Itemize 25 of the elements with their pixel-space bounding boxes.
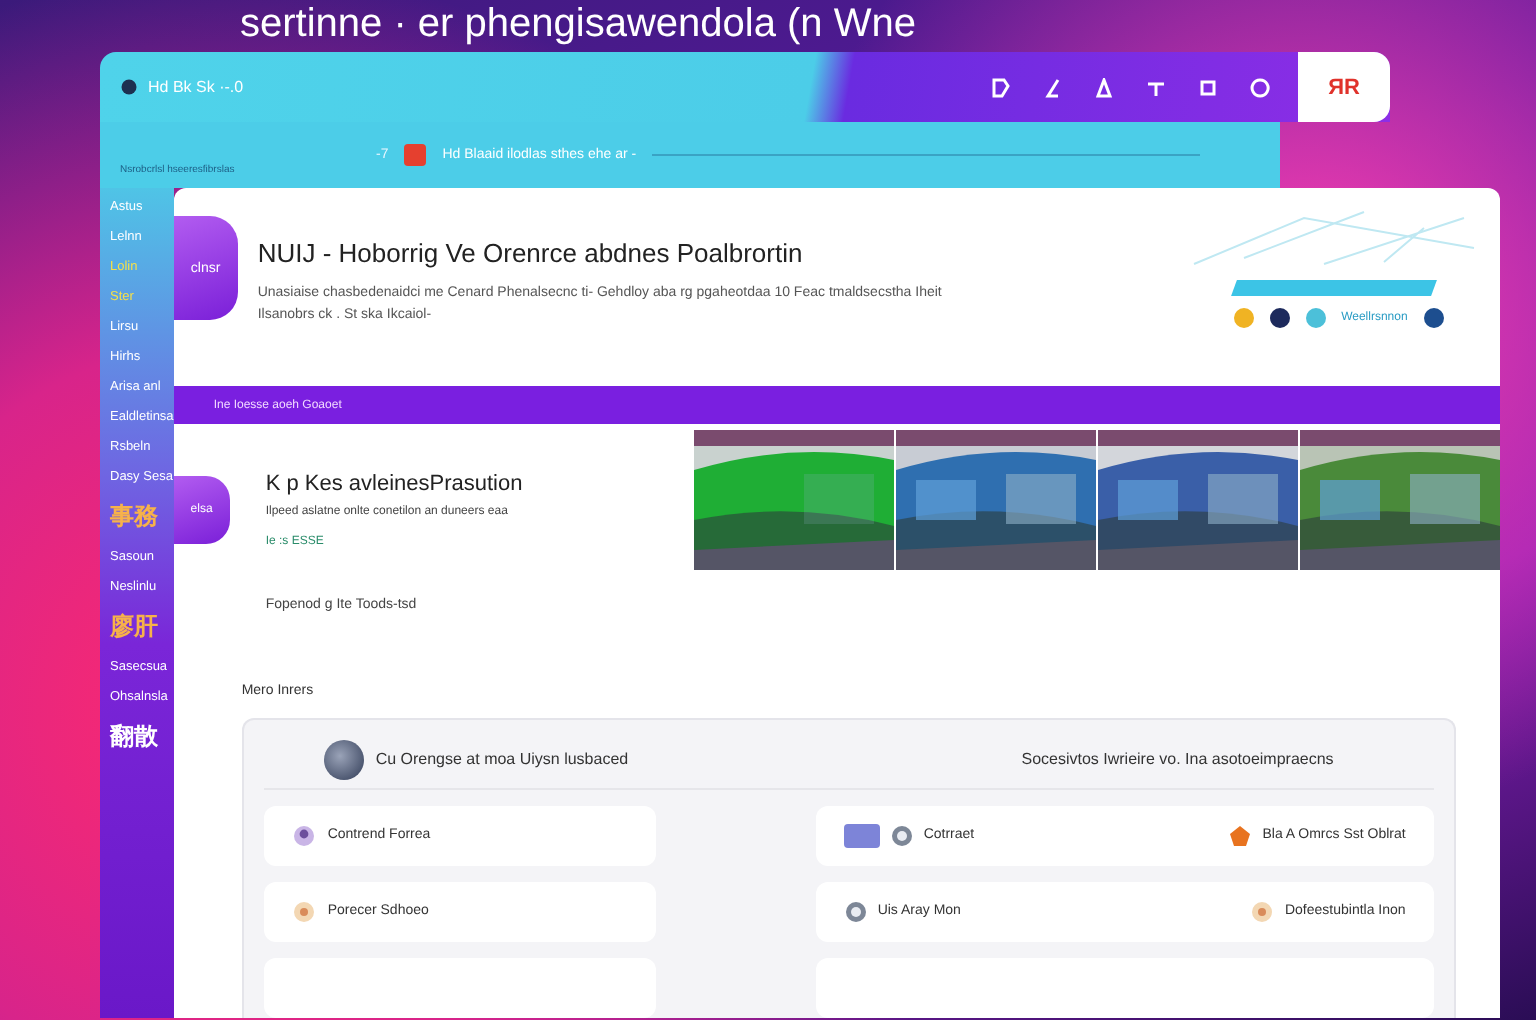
app-title: Hd Bk Sk ·-.0 [148,78,244,96]
avatar-icon [291,899,316,924]
app-icon [120,78,138,96]
avatar-icon [843,899,868,924]
video-icon [843,823,880,848]
sidebar-item[interactable]: 事務 [100,500,174,534]
toolbar-icon[interactable] [1250,77,1270,97]
headline: sertinne · er phengisawendola (n Wne [238,0,918,50]
feature-title: K p Kes avleinesPrasution [265,472,523,497]
panel-heading: Cu Orengse at moa Uiysn lusbaced [375,750,629,769]
avatar-icon [889,823,914,848]
toolbar-icon[interactable] [990,77,1010,97]
toolbar-icon[interactable] [1198,77,1218,97]
shape-icon [1228,823,1253,848]
sidebar-item[interactable]: 翻散 [100,720,174,754]
avatar [323,739,364,780]
toolbar-icon[interactable] [1042,77,1062,97]
toolbar-icon[interactable] [1094,77,1114,97]
action-button[interactable]: ЯR [1298,52,1390,122]
page-title: NUIJ - Hoborrig Ve Orenrce abdnes Poalbrortin [257,238,805,268]
panel-subheading: Socesivtos Iwrieire vo. Ina asotoeimpraecns [1021,750,1334,769]
avatar-icon [291,823,316,848]
sidebar-item[interactable]: 廖肝 [100,610,174,644]
toolbar-icon[interactable] [1146,77,1166,97]
avatar-icon [1250,899,1275,924]
